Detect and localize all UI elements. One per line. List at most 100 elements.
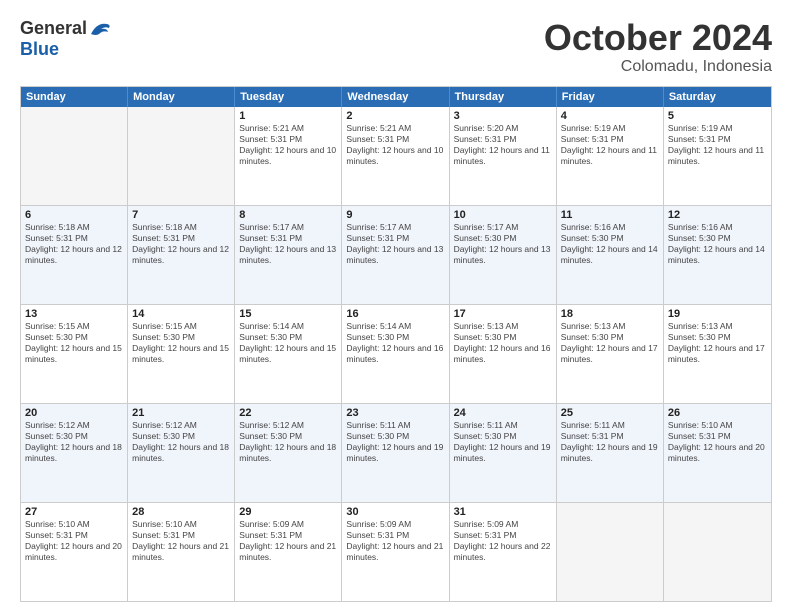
cell-date: 26 [668, 407, 767, 419]
cell-date: 1 [239, 110, 337, 122]
cell-date: 4 [561, 110, 659, 122]
cell-date: 7 [132, 209, 230, 221]
cell-date: 9 [346, 209, 444, 221]
calendar-cell: 29Sunrise: 5:09 AM Sunset: 5:31 PM Dayli… [235, 503, 342, 601]
calendar-cell: 11Sunrise: 5:16 AM Sunset: 5:30 PM Dayli… [557, 206, 664, 304]
calendar-cell: 24Sunrise: 5:11 AM Sunset: 5:30 PM Dayli… [450, 404, 557, 502]
calendar-cell: 16Sunrise: 5:14 AM Sunset: 5:30 PM Dayli… [342, 305, 449, 403]
calendar-cell: 5Sunrise: 5:19 AM Sunset: 5:31 PM Daylig… [664, 107, 771, 205]
calendar-header-cell: Monday [128, 87, 235, 107]
logo: General Blue [20, 18, 111, 60]
calendar-cell: 17Sunrise: 5:13 AM Sunset: 5:30 PM Dayli… [450, 305, 557, 403]
cell-date: 19 [668, 308, 767, 320]
cell-info: Sunrise: 5:16 AM Sunset: 5:30 PM Dayligh… [668, 222, 767, 266]
calendar-header-cell: Tuesday [235, 87, 342, 107]
cell-info: Sunrise: 5:13 AM Sunset: 5:30 PM Dayligh… [454, 321, 552, 365]
calendar-cell: 6Sunrise: 5:18 AM Sunset: 5:31 PM Daylig… [21, 206, 128, 304]
calendar-cell [664, 503, 771, 601]
logo-general-text: General [20, 18, 87, 39]
cell-info: Sunrise: 5:12 AM Sunset: 5:30 PM Dayligh… [25, 420, 123, 464]
cell-info: Sunrise: 5:14 AM Sunset: 5:30 PM Dayligh… [346, 321, 444, 365]
calendar-cell [21, 107, 128, 205]
cell-info: Sunrise: 5:12 AM Sunset: 5:30 PM Dayligh… [132, 420, 230, 464]
calendar-cell [557, 503, 664, 601]
calendar-cell: 4Sunrise: 5:19 AM Sunset: 5:31 PM Daylig… [557, 107, 664, 205]
cell-date: 6 [25, 209, 123, 221]
calendar-cell: 20Sunrise: 5:12 AM Sunset: 5:30 PM Dayli… [21, 404, 128, 502]
cell-info: Sunrise: 5:17 AM Sunset: 5:31 PM Dayligh… [239, 222, 337, 266]
cell-info: Sunrise: 5:13 AM Sunset: 5:30 PM Dayligh… [668, 321, 767, 365]
cell-info: Sunrise: 5:11 AM Sunset: 5:30 PM Dayligh… [454, 420, 552, 464]
cell-date: 16 [346, 308, 444, 320]
logo-bird-icon [89, 20, 111, 38]
cell-info: Sunrise: 5:12 AM Sunset: 5:30 PM Dayligh… [239, 420, 337, 464]
cell-date: 3 [454, 110, 552, 122]
calendar-cell: 14Sunrise: 5:15 AM Sunset: 5:30 PM Dayli… [128, 305, 235, 403]
calendar-row: 6Sunrise: 5:18 AM Sunset: 5:31 PM Daylig… [21, 205, 771, 304]
cell-info: Sunrise: 5:13 AM Sunset: 5:30 PM Dayligh… [561, 321, 659, 365]
calendar-cell: 8Sunrise: 5:17 AM Sunset: 5:31 PM Daylig… [235, 206, 342, 304]
cell-info: Sunrise: 5:19 AM Sunset: 5:31 PM Dayligh… [668, 123, 767, 167]
calendar-body: 1Sunrise: 5:21 AM Sunset: 5:31 PM Daylig… [21, 107, 771, 601]
cell-date: 28 [132, 506, 230, 518]
cell-date: 11 [561, 209, 659, 221]
cell-info: Sunrise: 5:11 AM Sunset: 5:30 PM Dayligh… [346, 420, 444, 464]
cell-info: Sunrise: 5:18 AM Sunset: 5:31 PM Dayligh… [25, 222, 123, 266]
calendar-cell: 19Sunrise: 5:13 AM Sunset: 5:30 PM Dayli… [664, 305, 771, 403]
calendar-cell: 1Sunrise: 5:21 AM Sunset: 5:31 PM Daylig… [235, 107, 342, 205]
page: General Blue October 2024 Colomadu, Indo… [0, 0, 792, 612]
calendar-cell: 18Sunrise: 5:13 AM Sunset: 5:30 PM Dayli… [557, 305, 664, 403]
cell-info: Sunrise: 5:10 AM Sunset: 5:31 PM Dayligh… [668, 420, 767, 464]
calendar: SundayMondayTuesdayWednesdayThursdayFrid… [20, 86, 772, 602]
cell-info: Sunrise: 5:16 AM Sunset: 5:30 PM Dayligh… [561, 222, 659, 266]
cell-info: Sunrise: 5:21 AM Sunset: 5:31 PM Dayligh… [239, 123, 337, 167]
calendar-row: 20Sunrise: 5:12 AM Sunset: 5:30 PM Dayli… [21, 403, 771, 502]
calendar-cell: 28Sunrise: 5:10 AM Sunset: 5:31 PM Dayli… [128, 503, 235, 601]
cell-date: 31 [454, 506, 552, 518]
calendar-cell: 13Sunrise: 5:15 AM Sunset: 5:30 PM Dayli… [21, 305, 128, 403]
cell-info: Sunrise: 5:18 AM Sunset: 5:31 PM Dayligh… [132, 222, 230, 266]
cell-info: Sunrise: 5:10 AM Sunset: 5:31 PM Dayligh… [132, 519, 230, 563]
calendar-cell: 9Sunrise: 5:17 AM Sunset: 5:31 PM Daylig… [342, 206, 449, 304]
cell-info: Sunrise: 5:15 AM Sunset: 5:30 PM Dayligh… [132, 321, 230, 365]
calendar-cell: 26Sunrise: 5:10 AM Sunset: 5:31 PM Dayli… [664, 404, 771, 502]
cell-info: Sunrise: 5:17 AM Sunset: 5:31 PM Dayligh… [346, 222, 444, 266]
cell-date: 29 [239, 506, 337, 518]
cell-date: 20 [25, 407, 123, 419]
cell-info: Sunrise: 5:10 AM Sunset: 5:31 PM Dayligh… [25, 519, 123, 563]
cell-info: Sunrise: 5:20 AM Sunset: 5:31 PM Dayligh… [454, 123, 552, 167]
cell-date: 5 [668, 110, 767, 122]
cell-info: Sunrise: 5:21 AM Sunset: 5:31 PM Dayligh… [346, 123, 444, 167]
cell-date: 13 [25, 308, 123, 320]
calendar-header-cell: Friday [557, 87, 664, 107]
calendar-header-cell: Sunday [21, 87, 128, 107]
calendar-header-cell: Saturday [664, 87, 771, 107]
cell-info: Sunrise: 5:09 AM Sunset: 5:31 PM Dayligh… [239, 519, 337, 563]
title-block: October 2024 Colomadu, Indonesia [544, 18, 772, 76]
cell-date: 25 [561, 407, 659, 419]
cell-info: Sunrise: 5:14 AM Sunset: 5:30 PM Dayligh… [239, 321, 337, 365]
calendar-header-cell: Thursday [450, 87, 557, 107]
cell-date: 22 [239, 407, 337, 419]
calendar-cell: 10Sunrise: 5:17 AM Sunset: 5:30 PM Dayli… [450, 206, 557, 304]
calendar-cell: 23Sunrise: 5:11 AM Sunset: 5:30 PM Dayli… [342, 404, 449, 502]
calendar-header-cell: Wednesday [342, 87, 449, 107]
calendar-cell: 31Sunrise: 5:09 AM Sunset: 5:31 PM Dayli… [450, 503, 557, 601]
logo-blue-text: Blue [20, 39, 59, 60]
cell-info: Sunrise: 5:17 AM Sunset: 5:30 PM Dayligh… [454, 222, 552, 266]
cell-date: 18 [561, 308, 659, 320]
calendar-row: 27Sunrise: 5:10 AM Sunset: 5:31 PM Dayli… [21, 502, 771, 601]
cell-date: 14 [132, 308, 230, 320]
calendar-cell: 12Sunrise: 5:16 AM Sunset: 5:30 PM Dayli… [664, 206, 771, 304]
calendar-row: 1Sunrise: 5:21 AM Sunset: 5:31 PM Daylig… [21, 107, 771, 205]
cell-info: Sunrise: 5:09 AM Sunset: 5:31 PM Dayligh… [346, 519, 444, 563]
cell-info: Sunrise: 5:15 AM Sunset: 5:30 PM Dayligh… [25, 321, 123, 365]
location: Colomadu, Indonesia [544, 58, 772, 76]
calendar-cell: 25Sunrise: 5:11 AM Sunset: 5:31 PM Dayli… [557, 404, 664, 502]
calendar-cell: 15Sunrise: 5:14 AM Sunset: 5:30 PM Dayli… [235, 305, 342, 403]
cell-date: 12 [668, 209, 767, 221]
calendar-cell: 7Sunrise: 5:18 AM Sunset: 5:31 PM Daylig… [128, 206, 235, 304]
calendar-row: 13Sunrise: 5:15 AM Sunset: 5:30 PM Dayli… [21, 304, 771, 403]
cell-info: Sunrise: 5:19 AM Sunset: 5:31 PM Dayligh… [561, 123, 659, 167]
cell-date: 21 [132, 407, 230, 419]
